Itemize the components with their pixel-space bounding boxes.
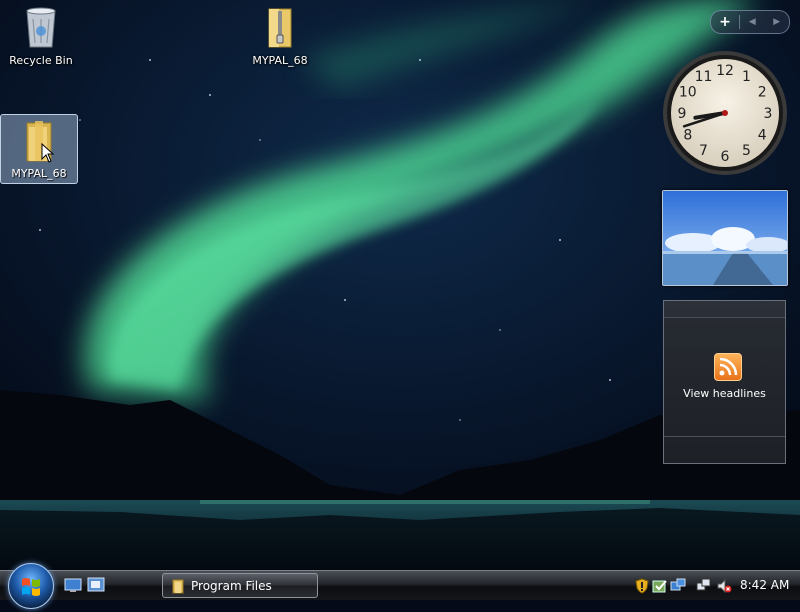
sidebar-controls: + ◀ ▶ [710,10,790,34]
network-status-icon[interactable] [696,578,712,594]
taskbar-button-label: Program Files [191,578,272,593]
clock-number: 10 [679,85,697,101]
clock-number: 1 [742,69,751,85]
shield-icon[interactable] [634,578,650,594]
desktop[interactable]: Recycle Bin MYPAL_68 MYPAL_68 + ◀ ▶ 12 1… [0,0,800,570]
network-icon[interactable] [670,578,686,594]
clock-number: 3 [764,106,773,122]
desktop-icon-label: MYPAL_68 [252,54,308,67]
switch-windows-icon[interactable] [87,577,105,593]
clock-number: 2 [758,85,767,101]
prev-gadgets-button[interactable]: ◀ [740,17,765,27]
rss-icon [714,353,742,381]
clock-number: 5 [742,143,751,159]
cursor-icon [41,143,55,163]
desktop-icon-mypal-folder[interactable]: MYPAL_68 [0,114,78,184]
clock-number: 12 [716,63,734,79]
security-check-icon[interactable] [652,578,668,594]
desktop-icon-label: Recycle Bin [9,54,73,67]
zipped-folder-icon [260,4,300,50]
desktop-icon-recycle-bin[interactable]: Recycle Bin [2,2,80,67]
windows-logo-icon [22,578,40,596]
slideshow-gadget[interactable] [662,190,788,286]
feed-headlines-gadget[interactable]: View headlines [663,300,786,464]
slideshow-image [663,191,787,285]
clock-number: 8 [683,128,692,144]
clock-number: 6 [721,149,730,165]
clock-number: 11 [695,69,713,85]
clock-number: 4 [758,128,767,144]
folder-icon [172,579,184,593]
volume-muted-icon[interactable] [716,578,732,594]
next-gadgets-button[interactable]: ▶ [765,17,790,27]
recycle-bin-icon [21,4,61,50]
taskbar-clock[interactable]: 8:42 AM [740,578,789,592]
clock-number: 7 [699,143,708,159]
start-button[interactable] [8,563,54,609]
add-gadget-button[interactable]: + [711,14,739,30]
taskbar: Program Files 8:42 AM [0,563,800,609]
clock-gadget[interactable]: 12 12 3 45678 9 1011 [662,50,788,176]
view-headlines-link[interactable]: View headlines [664,387,785,400]
clock-number: 9 [678,106,687,122]
show-desktop-icon[interactable] [64,577,82,593]
taskbar-button-program-files[interactable]: Program Files [162,573,318,598]
desktop-icon-mypal-zip[interactable]: MYPAL_68 [241,2,319,67]
desktop-icon-label: MYPAL_68 [11,167,67,180]
